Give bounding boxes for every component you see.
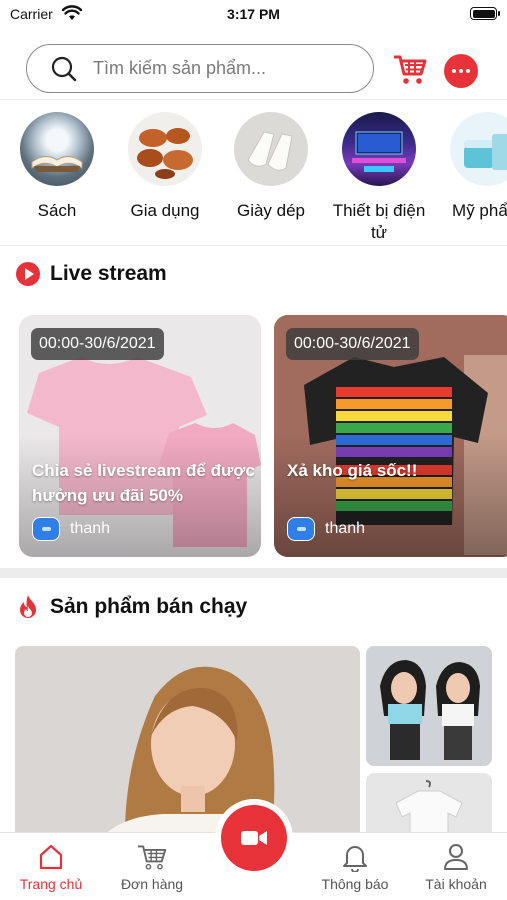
battery-icon <box>470 7 500 20</box>
nav-item-account[interactable]: Tài khoản <box>406 841 506 892</box>
clock: 3:17 PM <box>227 6 280 22</box>
product-image <box>366 646 492 766</box>
category-item-household[interactable]: Gia dụng <box>110 112 220 222</box>
cart-button[interactable] <box>392 52 428 88</box>
category-item-cosmetics[interactable]: Mỹ phẩm <box>432 112 507 222</box>
book-image <box>20 112 94 186</box>
live-host: thanh <box>32 517 110 541</box>
nav-item-notifications[interactable]: Thông báo <box>305 841 405 892</box>
nav-item-orders[interactable]: Đơn hàng <box>102 841 202 892</box>
category-label: Gia dụng <box>130 201 200 220</box>
search-icon <box>51 56 77 82</box>
nav-label: Tài khoản <box>425 876 487 892</box>
section-divider <box>0 568 507 578</box>
category-label: Sách <box>37 201 77 220</box>
nav-item-home[interactable]: Trang chủ <box>1 841 101 892</box>
nav-label: Trang chủ <box>19 876 83 892</box>
product-image <box>15 646 360 846</box>
search-bar[interactable] <box>26 44 374 93</box>
product-card[interactable] <box>366 646 492 766</box>
section-title: Sản phẩm bán chạy <box>50 595 248 618</box>
chat-icon <box>452 69 456 73</box>
user-icon <box>444 844 468 870</box>
host-name: thanh <box>325 520 366 537</box>
cookware-image <box>128 112 202 186</box>
live-card[interactable]: 00:00-30/6/2021 Chia sẻ livestream để đư… <box>19 315 261 557</box>
live-time-badge: 00:00-30/6/2021 <box>286 328 419 360</box>
category-label: Thiết bị điện tử <box>332 201 426 242</box>
status-bar: Carrier 3:17 PM <box>0 0 507 30</box>
section-title: Live stream <box>50 262 167 285</box>
live-time-badge: 00:00-30/6/2021 <box>31 328 164 360</box>
category-label: Giày dép <box>236 201 306 220</box>
category-item-books[interactable]: Sách <box>2 112 112 222</box>
play-icon <box>16 262 40 286</box>
avatar <box>287 517 315 541</box>
avatar <box>32 517 60 541</box>
category-item-shoes[interactable]: Giày dép <box>216 112 326 222</box>
live-section-header: Live stream <box>16 262 167 286</box>
host-name: thanh <box>70 520 111 537</box>
category-item-electronics[interactable]: Thiết bị điện tử <box>324 112 434 244</box>
category-list: Sách Gia dụng Giày dép Thiết bị điện tử … <box>0 100 507 246</box>
top-header <box>0 36 507 100</box>
nav-label: Đơn hàng <box>120 876 184 892</box>
electronics-image <box>342 112 416 186</box>
video-camera-icon <box>241 831 267 845</box>
live-title: Xả kho giá sốc!! <box>287 461 418 480</box>
product-card[interactable] <box>15 646 360 846</box>
home-icon <box>39 844 63 870</box>
live-card[interactable]: 00:00-30/6/2021 Xả kho giá sốc!! thanh <box>274 315 507 557</box>
category-label: Mỹ phẩm <box>452 201 507 220</box>
nav-label: Thông báo <box>321 876 389 892</box>
live-title: Chia sẻ livestream để được hưởng ưu đãi … <box>32 461 255 505</box>
search-input[interactable] <box>93 55 363 82</box>
bell-icon <box>343 846 367 872</box>
fire-icon <box>20 595 36 618</box>
shoes-image <box>234 112 308 186</box>
cart-icon <box>137 845 167 870</box>
chat-button[interactable] <box>444 54 478 88</box>
go-live-button[interactable] <box>221 805 287 871</box>
live-host: thanh <box>287 517 365 541</box>
best-seller-section-header: Sản phẩm bán chạy <box>16 594 247 620</box>
cosmetics-image <box>450 112 507 186</box>
